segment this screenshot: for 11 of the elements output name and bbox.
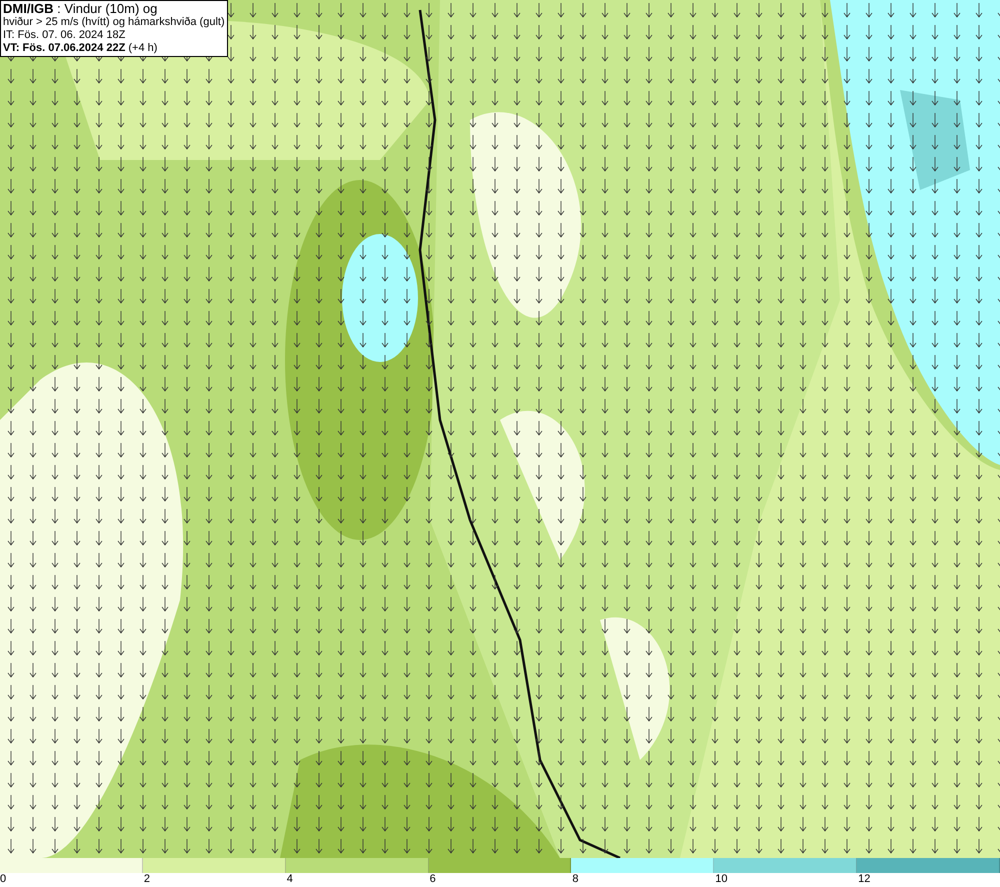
legend-tick-label: 10 [715, 873, 728, 886]
map-title-line: IT: Fös. 07. 06. 2024 18Z [3, 29, 126, 42]
legend-tick-label: 0 [0, 873, 6, 886]
legend-tick-label: 8 [572, 873, 579, 886]
map-title-line: DMI/IGB : Vindur (10m) og [3, 2, 158, 16]
map-title-line: hviður > 25 m/s (hvítt) og hámarkshviða (gult) [3, 16, 225, 29]
legend-tick-label: 12 [858, 873, 870, 886]
legend-tick-label: 6 [430, 873, 436, 886]
map-title-line: VT: Fös. 07.06.2024 22Z (+4 h) [3, 42, 158, 55]
legend-tick-label: 4 [286, 873, 293, 886]
legend-tick-label: 2 [144, 873, 150, 886]
